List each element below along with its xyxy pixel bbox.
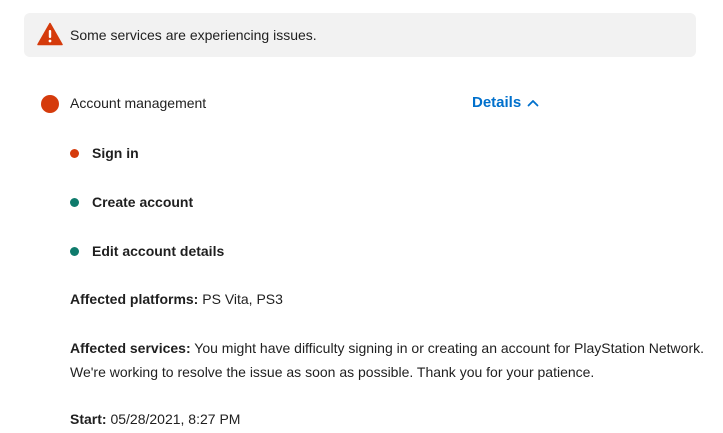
start-label: Start: [70, 411, 107, 427]
affected-platforms-label: Affected platforms: [70, 291, 199, 307]
affected-services-text-1: You might have difficulty signing in or … [194, 340, 704, 356]
service-name: Account management [70, 95, 207, 111]
alert-message: Some services are experiencing issues. [70, 27, 317, 43]
start-value: 05/28/2021, 8:27 PM [110, 411, 241, 427]
status-dot-icon [70, 198, 79, 207]
sub-service-label: Sign in [92, 145, 139, 161]
affected-platforms-value: PS Vita, PS3 [202, 291, 283, 307]
affected-platforms: Affected platforms: PS Vita, PS3 [70, 287, 710, 311]
warning-triangle-icon [37, 22, 63, 46]
status-dot-icon [70, 247, 79, 256]
chevron-up-icon [527, 100, 539, 107]
affected-services: Affected services: You might have diffic… [70, 336, 710, 384]
issues-alert-banner: Some services are experiencing issues. [24, 13, 696, 57]
affected-services-text-2: We're working to resolve the issue as so… [70, 364, 595, 380]
status-dot-icon [41, 95, 59, 113]
details-label: Details [472, 94, 522, 111]
service-row-account-management: Account management Details [41, 93, 681, 115]
status-dot-icon [70, 149, 79, 158]
status-page: Some services are experiencing issues. A… [0, 0, 723, 433]
sub-service-label: Create account [92, 194, 194, 210]
sub-service-label: Edit account details [92, 243, 225, 259]
details-toggle-button[interactable]: Details [472, 93, 539, 113]
affected-services-label: Affected services: [70, 340, 191, 356]
start-time: Start: 05/28/2021, 8:27 PM [70, 407, 710, 431]
